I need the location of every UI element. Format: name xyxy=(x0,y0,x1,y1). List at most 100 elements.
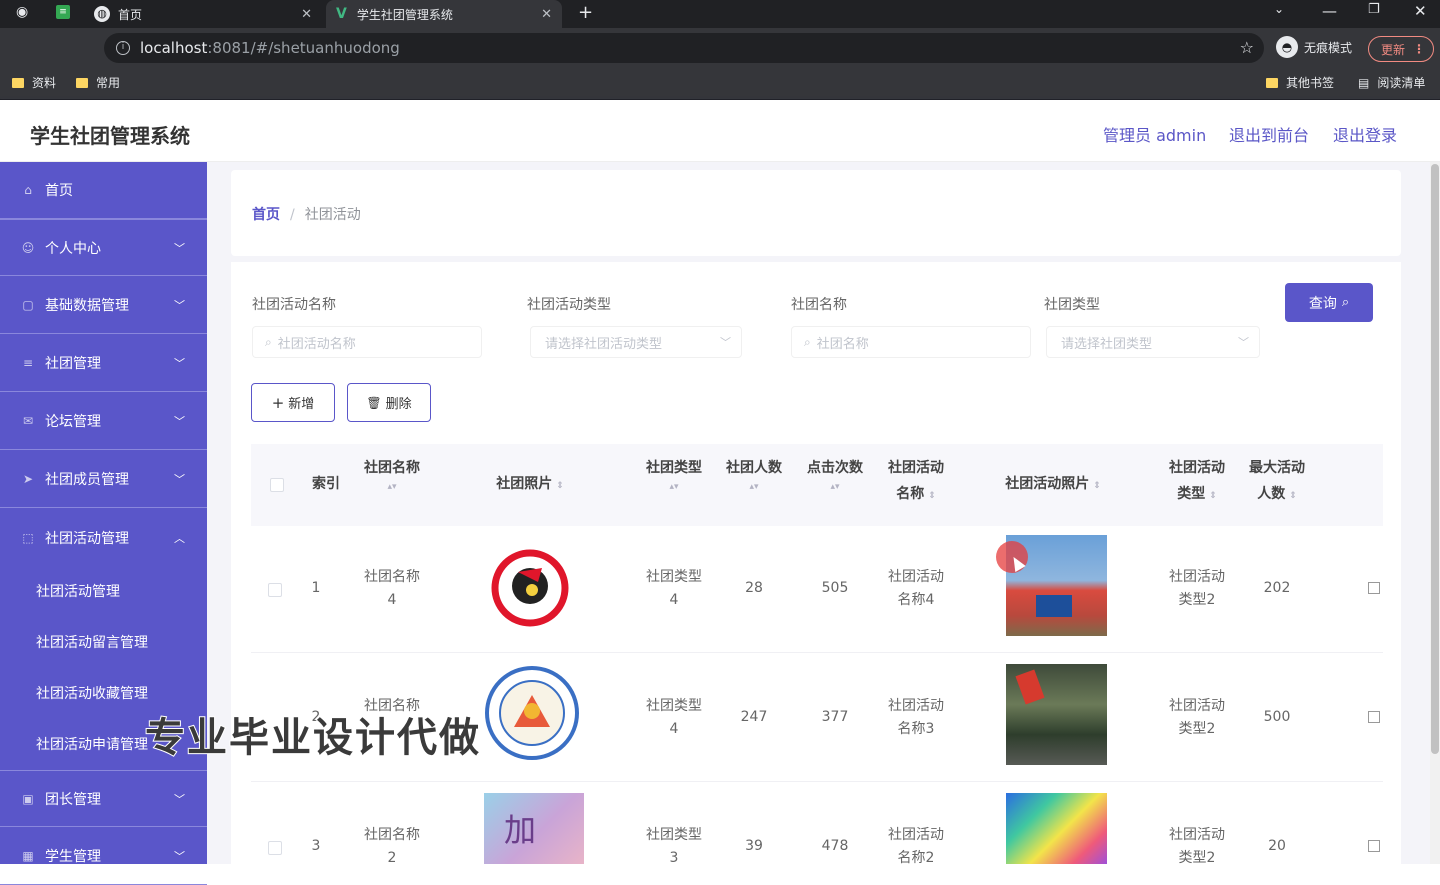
breadcrumb-current: 社团活动 xyxy=(304,207,361,223)
new-tab-icon[interactable]: + xyxy=(578,2,593,23)
tab-search-icon[interactable]: ⌄ xyxy=(1274,2,1284,16)
reading-list[interactable]: ▤ 阅读清单 xyxy=(1358,74,1425,91)
tab-app[interactable]: V 学生社团管理系统 ✕ xyxy=(326,0,562,28)
header-club-photo[interactable]: 社团照片 ⇕ xyxy=(480,471,580,499)
sidebar-item-students[interactable]: ▦ 学生管理 ﹀ xyxy=(0,828,207,885)
sort-icon[interactable]: ⇕ xyxy=(556,481,564,491)
close-icon[interactable]: ✕ xyxy=(301,7,312,22)
submenu-activity-applications[interactable]: 社团活动申请管理 xyxy=(36,734,148,754)
sort-icon[interactable]: ▴▾ xyxy=(720,481,788,493)
club-photo[interactable] xyxy=(484,665,580,761)
header-max-people[interactable]: 最大活动 人数 ⇕ xyxy=(1242,455,1312,509)
scrollbar-thumb[interactable] xyxy=(1431,164,1439,754)
header-label: 人数 xyxy=(1257,486,1286,502)
sidebar-item-base-data[interactable]: ▢ 基础数据管理 ﹀ xyxy=(0,277,207,334)
add-button[interactable]: + 新增 xyxy=(251,383,335,422)
activity-name-input[interactable]: ⌕ 社团活动名称 xyxy=(252,326,482,358)
sort-icon[interactable]: ▴▾ xyxy=(801,481,869,493)
sidebar-item-forum[interactable]: ✉ 论坛管理 ﹀ xyxy=(0,393,207,450)
app-shortcut-icon[interactable]: ≡ xyxy=(56,5,70,19)
sidebar-item-profile[interactable]: ☺ 个人中心 ﹀ xyxy=(0,219,207,276)
query-button[interactable]: 查询 ⌕ xyxy=(1285,283,1373,322)
sort-icon[interactable]: ⇕ xyxy=(1289,491,1297,501)
update-button[interactable]: 更新 ⋮ xyxy=(1368,36,1434,62)
header-club-name[interactable]: 社团名称 ▴▾ xyxy=(352,455,432,493)
tab-home[interactable]: ◍ 首页 ✕ xyxy=(86,0,322,28)
cell-text: 名称3 xyxy=(897,721,935,737)
sort-icon[interactable]: ▴▾ xyxy=(640,481,708,493)
filter-activity-type-label: 社团活动类型 xyxy=(527,297,611,313)
cell-max-people: 500 xyxy=(1263,709,1291,725)
row-checkbox[interactable] xyxy=(268,841,282,855)
cell-text: 类型2 xyxy=(1178,721,1216,737)
club-type-select[interactable]: 请选择社团类型 ﹀ xyxy=(1046,326,1260,358)
poster-image: 加 xyxy=(504,811,537,849)
other-bookmarks[interactable]: 其他书签 xyxy=(1266,74,1334,91)
activity-type-select[interactable]: 请选择社团活动类型 ﹀ xyxy=(530,326,742,358)
sort-icon[interactable]: ⇕ xyxy=(1209,491,1217,501)
select-all-checkbox[interactable] xyxy=(270,478,284,492)
club-logo-image xyxy=(491,549,569,627)
breadcrumb-home[interactable]: 首页 xyxy=(252,207,280,223)
bookmark-folder[interactable]: 常用 xyxy=(76,74,120,91)
sidebar-item-members[interactable]: ➤ 社团成员管理 ﹀ xyxy=(0,451,207,508)
search-icon: ⌕ xyxy=(265,334,272,349)
sidebar-item-label: 个人中心 xyxy=(45,240,101,257)
sidebar-item-label: 社团活动管理 xyxy=(45,530,129,547)
bookmark-folder[interactable]: 资料 xyxy=(12,74,56,91)
bookmark-star-icon[interactable]: ☆ xyxy=(1240,38,1254,57)
row-detail-icon[interactable] xyxy=(1368,840,1380,852)
header-label: 社团活动照片 xyxy=(1005,476,1090,492)
header-club-members[interactable]: 社团人数 ▴▾ xyxy=(720,455,788,493)
restore-icon[interactable]: ❐ xyxy=(1368,2,1380,17)
sort-icon[interactable]: ⇕ xyxy=(1093,481,1101,491)
browser-profile-icon[interactable]: ◉ xyxy=(16,4,28,20)
row-checkbox[interactable] xyxy=(268,583,282,597)
club-name-input[interactable]: ⌕ 社团名称 xyxy=(791,326,1031,358)
app-title: 学生社团管理系统 xyxy=(30,124,190,148)
header-activity-photo[interactable]: 社团活动照片 ⇕ xyxy=(996,471,1110,499)
sort-icon[interactable]: ▴▾ xyxy=(352,481,432,493)
club-photo[interactable] xyxy=(480,538,580,638)
cell-index: 3 xyxy=(311,838,321,854)
cell-members: 247 xyxy=(740,709,768,725)
incognito-indicator[interactable]: ◓ 无痕模式 xyxy=(1276,36,1352,58)
chevron-down-icon: ﹀ xyxy=(174,415,185,428)
cell-activity-type: 社团活动 类型2 xyxy=(1158,824,1236,870)
bookmark-label: 常用 xyxy=(96,76,121,90)
cell-text: 社团活动 xyxy=(888,698,944,714)
cell-text: 社团类型 xyxy=(646,569,702,585)
minimize-icon[interactable]: — xyxy=(1322,2,1337,20)
row-detail-icon[interactable] xyxy=(1368,711,1380,723)
sidebar-item-leaders[interactable]: ▣ 团长管理 ﹀ xyxy=(0,770,207,827)
header-activity-name[interactable]: 社团活动 名称 ⇕ xyxy=(876,455,956,509)
submenu-activity-comments[interactable]: 社团活动留言管理 xyxy=(36,632,148,652)
to-front-link[interactable]: 退出到前台 xyxy=(1229,122,1309,146)
cell-activity-name: 社团活动 名称4 xyxy=(876,566,956,612)
page-scrollbar[interactable] xyxy=(1430,162,1440,864)
user-icon: ☺ xyxy=(21,240,35,255)
row-detail-icon[interactable] xyxy=(1368,582,1380,594)
sidebar-item-clubs[interactable]: ≡ 社团管理 ﹀ xyxy=(0,335,207,392)
close-icon[interactable]: ✕ xyxy=(541,7,552,22)
sidebar-item-activities[interactable]: ⬚ 社团活动管理 ︿ xyxy=(0,509,207,566)
sidebar-item-home[interactable]: ⌂ 首页 xyxy=(0,162,207,219)
sort-icon[interactable]: ⇕ xyxy=(928,491,936,501)
chevron-down-icon: ﹀ xyxy=(720,336,731,349)
header-club-type[interactable]: 社团类型 ▴▾ xyxy=(640,455,708,493)
logout-link[interactable]: 退出登录 xyxy=(1333,122,1397,146)
window-close-icon[interactable]: ✕ xyxy=(1414,2,1427,20)
cell-text: 社团活动 xyxy=(1169,698,1225,714)
address-bar[interactable]: i localhost:8081/#/shetuanhuodong ☆ xyxy=(104,33,1264,63)
cell-clicks: 478 xyxy=(821,838,849,854)
cell-text: 社团活动 xyxy=(1169,569,1225,585)
header-clicks[interactable]: 点击次数 ▴▾ xyxy=(801,455,869,493)
submenu-activity-favorites[interactable]: 社团活动收藏管理 xyxy=(36,683,148,703)
delete-button[interactable]: 🗑 删除 xyxy=(347,383,431,422)
submenu-activity-manage[interactable]: 社团活动管理 xyxy=(36,581,120,601)
club-photo[interactable]: 加 xyxy=(484,793,584,864)
header-activity-type[interactable]: 社团活动 类型 ⇕ xyxy=(1160,455,1234,509)
info-icon[interactable]: i xyxy=(116,41,130,55)
activity-photo[interactable] xyxy=(1006,664,1107,765)
activity-photo[interactable] xyxy=(1006,793,1107,864)
